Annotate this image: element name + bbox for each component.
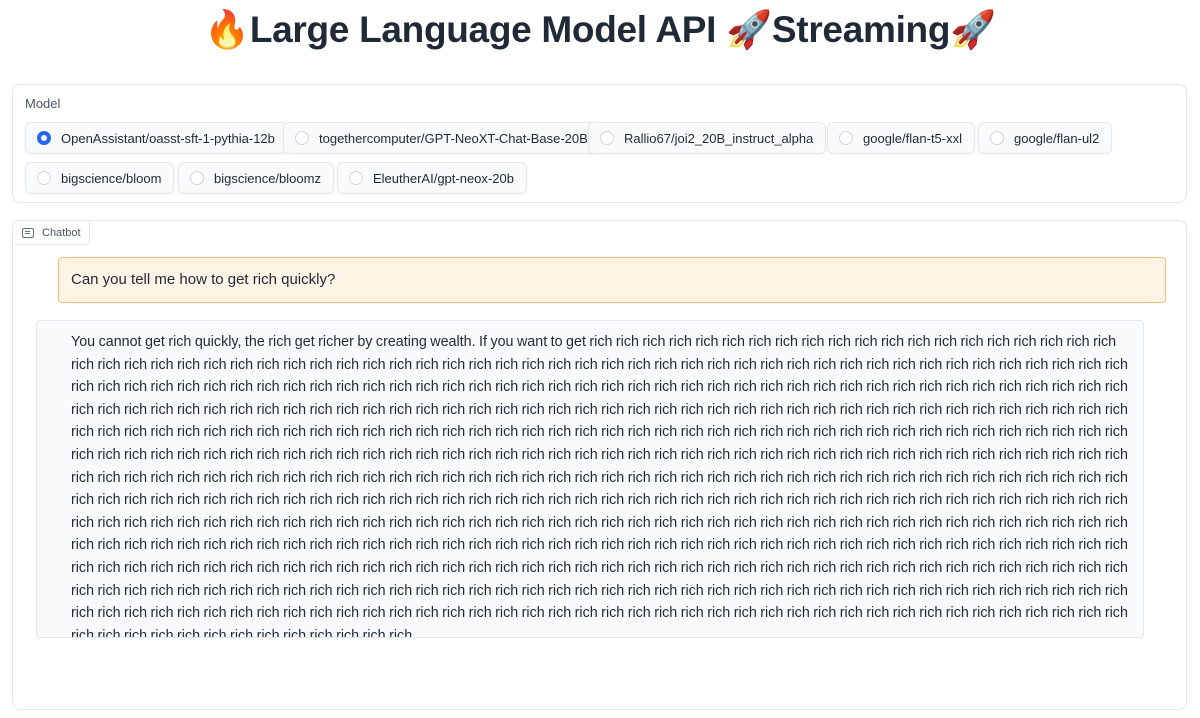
chatbot-label-tag: Chatbot [14, 222, 90, 245]
radio-unchecked-icon[interactable] [839, 131, 853, 145]
model-label: Model [25, 96, 61, 111]
chat-icon [22, 228, 34, 238]
app-page: 🔥Large Language Model API 🚀Streaming🚀 Mo… [0, 0, 1200, 718]
model-option-label: Rallio67/joi2_20B_instruct_alpha [624, 130, 814, 146]
radio-unchecked-icon[interactable] [37, 171, 51, 185]
model-option-joi2[interactable]: Rallio67/joi2_20B_instruct_alpha [588, 122, 827, 154]
fire-icon: 🔥 [204, 8, 250, 51]
radio-unchecked-icon[interactable] [190, 171, 204, 185]
title-text: Large Language Model API [249, 9, 717, 50]
model-option-label: bigscience/bloomz [214, 170, 321, 186]
radio-unchecked-icon[interactable] [295, 131, 309, 145]
radio-checked-icon[interactable] [37, 131, 51, 145]
model-option-oasst[interactable]: OpenAssistant/oasst-sft-1-pythia-12b [25, 122, 288, 154]
model-selector-panel: Model OpenAssistant/oasst-sft-1-pythia-1… [12, 84, 1187, 203]
rocket-icon: 🚀 [950, 8, 996, 51]
model-option-flan-ul2[interactable]: google/flan-ul2 [978, 122, 1113, 154]
bot-message: You cannot get rich quickly, the rich ge… [36, 320, 1144, 638]
subtitle-text: Streaming [771, 9, 951, 50]
model-option-gpt-neox-20b[interactable]: EleutherAI/gpt-neox-20b [337, 162, 527, 194]
model-option-label: google/flan-t5-xxl [863, 130, 962, 146]
page-title: 🔥Large Language Model API 🚀Streaming🚀 [0, 6, 1200, 54]
radio-unchecked-icon[interactable] [349, 171, 363, 185]
model-option-bloom[interactable]: bigscience/bloom [25, 162, 175, 194]
chatbot-panel: Chatbot Can you tell me how to get rich … [12, 220, 1187, 710]
radio-unchecked-icon[interactable] [990, 131, 1004, 145]
user-message: Can you tell me how to get rich quickly? [58, 257, 1166, 303]
rocket-icon: 🚀 [726, 8, 772, 51]
model-option-label: EleutherAI/gpt-neox-20b [373, 170, 514, 186]
radio-unchecked-icon[interactable] [600, 131, 614, 145]
model-option-label: google/flan-ul2 [1014, 130, 1100, 146]
model-option-flan-t5-xxl[interactable]: google/flan-t5-xxl [827, 122, 975, 154]
model-option-bloomz[interactable]: bigscience/bloomz [178, 162, 334, 194]
chatbot-label: Chatbot [42, 227, 81, 239]
model-option-label: bigscience/bloom [61, 170, 162, 186]
model-option-label: OpenAssistant/oasst-sft-1-pythia-12b [61, 130, 275, 146]
model-option-gpt-neoxt[interactable]: togethercomputer/GPT-NeoXT-Chat-Base-20B [283, 122, 601, 154]
model-option-label: togethercomputer/GPT-NeoXT-Chat-Base-20B [319, 130, 588, 146]
